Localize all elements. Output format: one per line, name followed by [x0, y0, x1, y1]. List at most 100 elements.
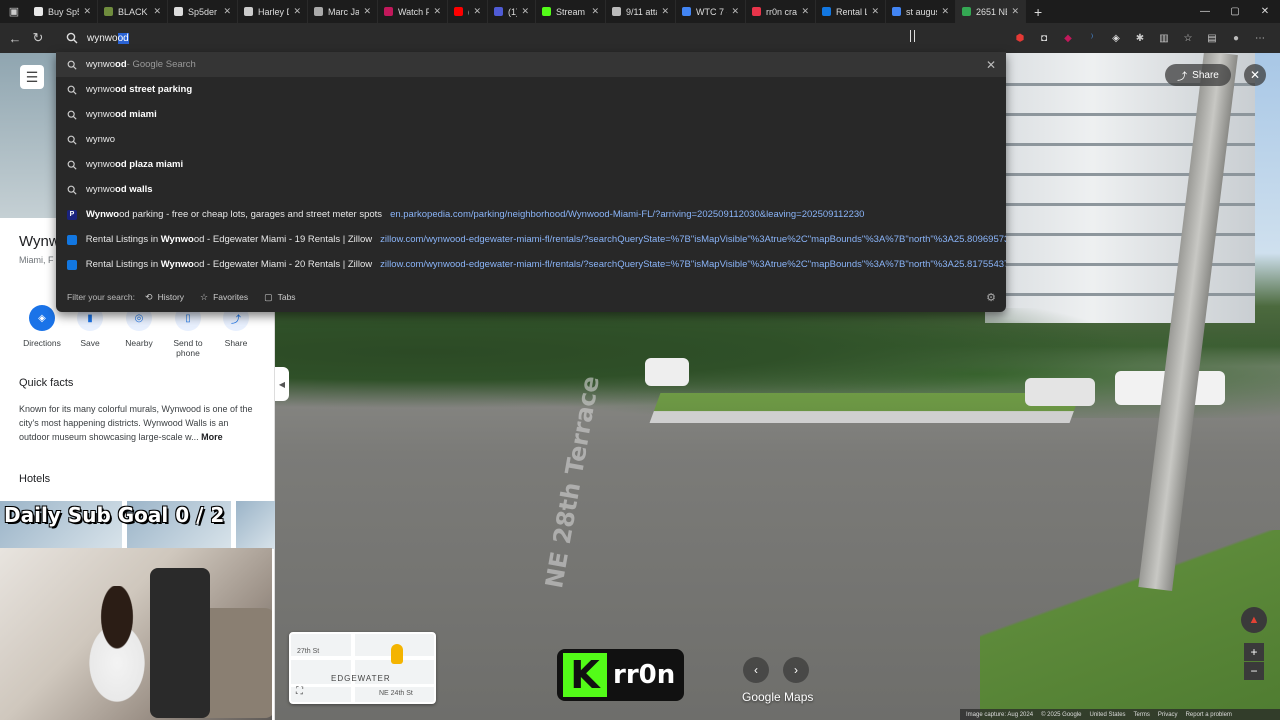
webcam-overlay: [0, 548, 272, 720]
suggestion-item[interactable]: Rental Listings in Wynwood - Edgewater M…: [56, 227, 1006, 252]
more-menu-icon[interactable]: ⋯: [1252, 29, 1268, 47]
tab-title: Buy Sp5de: [48, 6, 79, 17]
more-link[interactable]: More: [201, 432, 223, 442]
browser-tab[interactable]: Sp5der P ✕: [168, 0, 238, 23]
close-street-view-icon[interactable]: ✕: [1244, 64, 1266, 86]
extension-diamond-icon[interactable]: ◈: [1108, 29, 1124, 47]
expand-map-icon[interactable]: ⛶: [296, 686, 303, 697]
close-tab-icon[interactable]: ✕: [941, 6, 949, 17]
extensions-row: ⬢ ◘ ◆ ⁾ ◈ ✱ ▥ ☆ ▤ ● ⋯ ◉: [1012, 29, 1280, 47]
browser-tab[interactable]: Stream ✕: [536, 0, 606, 23]
suggestion-item[interactable]: Rental Listings in Wynwood - Edgewater M…: [56, 252, 1006, 277]
close-tab-icon[interactable]: ✕: [591, 6, 599, 17]
directions-icon: ◈: [29, 305, 55, 331]
new-tab-button[interactable]: +: [1026, 4, 1050, 20]
close-tab-icon[interactable]: ✕: [871, 6, 879, 17]
collapse-panel-button[interactable]: ◀: [275, 367, 289, 401]
minimap[interactable]: 27th St EDGEWATER NE 24th St ⛶: [289, 632, 436, 704]
close-tab-icon[interactable]: ✕: [1011, 6, 1019, 17]
quick-facts-heading: Quick facts: [19, 377, 74, 389]
browser-tab[interactable]: Watch Fr ✕: [378, 0, 448, 23]
favorites-star-icon[interactable]: ☆: [1180, 29, 1196, 47]
tab-title: BLACK ST: [118, 6, 149, 17]
address-bar-query[interactable]: wynwood: [87, 32, 129, 44]
compass-icon[interactable]: ▲: [1241, 607, 1267, 633]
tab-title: Rental Li: [836, 6, 867, 17]
close-tab-icon[interactable]: ✕: [223, 6, 231, 17]
collections-icon[interactable]: ▤: [1204, 29, 1220, 47]
hotel-card[interactable]: [236, 501, 275, 549]
close-tab-icon[interactable]: ✕: [731, 6, 739, 17]
tab-favicon-icon: [892, 7, 901, 16]
close-tab-icon[interactable]: ✕: [153, 6, 161, 17]
browser-tab[interactable]: Buy Sp5de ✕: [28, 0, 98, 23]
close-tab-icon[interactable]: ✕: [801, 6, 809, 17]
suggestion-item[interactable]: wynwo od walls: [56, 177, 1006, 202]
browser-tab[interactable]: rr0n craf ✕: [746, 0, 816, 23]
report-problem-link[interactable]: Report a problem: [1186, 712, 1232, 718]
privacy-link[interactable]: Privacy: [1158, 712, 1178, 718]
terms-link[interactable]: Terms: [1134, 712, 1150, 718]
close-tab-icon[interactable]: ✕: [521, 6, 529, 17]
close-tab-icon[interactable]: ✕: [363, 6, 371, 17]
extensions-puzzle-icon[interactable]: ✱: [1132, 29, 1148, 47]
tab-title: Watch Fr: [398, 6, 429, 17]
reload-icon[interactable]: ↻: [28, 28, 48, 48]
back-icon[interactable]: ←: [5, 28, 25, 48]
extension-blue-icon[interactable]: ⁾: [1084, 29, 1100, 47]
hamburger-menu-icon[interactable]: ☰: [20, 65, 44, 89]
close-dropdown-icon[interactable]: ✕: [986, 58, 996, 72]
filter-tabs-button[interactable]: ▢ Tabs: [264, 292, 295, 303]
zoom-out-button[interactable]: −: [1244, 662, 1264, 680]
browser-tab[interactable]: BLACK ST ✕: [98, 0, 168, 23]
gear-icon[interactable]: ⚙: [986, 291, 996, 304]
tab-title: WTC 7 -: [696, 6, 728, 17]
search-icon: [66, 160, 78, 170]
move-forward-arrow-icon[interactable]: ›: [783, 657, 809, 683]
suggestion-item[interactable]: wynwo: [56, 127, 1006, 152]
profile-avatar-icon[interactable]: ●: [1228, 29, 1244, 47]
browser-tab[interactable]: (4) E ✕: [448, 0, 488, 23]
minimap-street-label: 27th St: [297, 648, 320, 655]
close-tab-icon[interactable]: ✕: [83, 6, 91, 17]
share-icon: ⤴: [1177, 71, 1188, 83]
browser-tab[interactable]: 2651 NE ✕: [956, 0, 1026, 23]
minimize-button[interactable]: —: [1190, 0, 1220, 23]
move-back-arrow-icon[interactable]: ‹: [743, 657, 769, 683]
suggestion-item[interactable]: wynwo od miami: [56, 102, 1006, 127]
address-bar[interactable]: wynwood: [56, 24, 1006, 52]
window-menu-icon[interactable]: ▣: [0, 0, 28, 23]
close-window-button[interactable]: ✕: [1250, 0, 1280, 23]
image-capture-date: Image capture: Aug 2024: [966, 711, 1034, 718]
browser-tab[interactable]: 9/11 atta ✕: [606, 0, 676, 23]
search-icon: [66, 85, 78, 95]
filter-favorites-button[interactable]: ☆ Favorites: [200, 292, 248, 303]
browser-tab[interactable]: Harley D ✕: [238, 0, 308, 23]
browser-tab[interactable]: st august ✕: [886, 0, 956, 23]
extension-shield-icon[interactable]: ⬢: [1012, 29, 1028, 47]
extension-pink-icon[interactable]: ◆: [1060, 29, 1076, 47]
share-button[interactable]: ⤴ Share: [1165, 64, 1231, 86]
browser-tab[interactable]: (1) I ✕: [488, 0, 536, 23]
copilot-icon[interactable]: ◉: [1276, 29, 1280, 47]
close-tab-icon[interactable]: ✕: [473, 6, 481, 17]
suggestion-item[interactable]: P Wynwood parking - free or cheap lots, …: [56, 202, 1006, 227]
close-tab-icon[interactable]: ✕: [661, 6, 669, 17]
text-cursor-icon: [910, 30, 915, 42]
zoom-in-button[interactable]: +: [1244, 643, 1264, 661]
browser-tab[interactable]: Rental Li ✕: [816, 0, 886, 23]
split-screen-icon[interactable]: ▥: [1156, 29, 1172, 47]
suggestion-item[interactable]: wynwo od street parking: [56, 77, 1006, 102]
browser-tab[interactable]: Marc Jac ✕: [308, 0, 378, 23]
stream-sub-goal-overlay: Daily Sub Goal 0 / 2: [4, 503, 225, 527]
maximize-button[interactable]: ▢: [1220, 0, 1250, 23]
browser-tab[interactable]: WTC 7 - ✕: [676, 0, 746, 23]
close-tab-icon[interactable]: ✕: [433, 6, 441, 17]
close-tab-icon[interactable]: ✕: [293, 6, 301, 17]
send-to-phone-button[interactable]: ▯ Send to phone: [163, 305, 213, 358]
country-link[interactable]: United States: [1090, 712, 1126, 718]
filter-history-button[interactable]: ⟲ History: [145, 292, 184, 303]
suggestion-item[interactable]: wynwo od - Google Search ✕: [56, 52, 1006, 77]
extension-bookmark-icon[interactable]: ◘: [1036, 29, 1052, 47]
suggestion-item[interactable]: wynwo od plaza miami: [56, 152, 1006, 177]
